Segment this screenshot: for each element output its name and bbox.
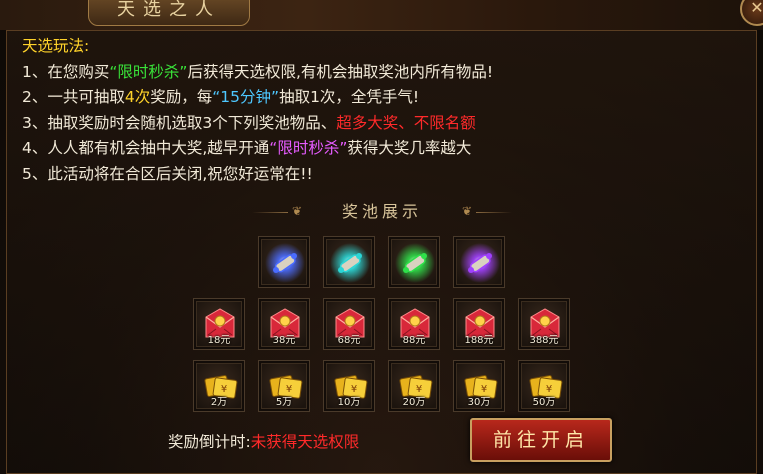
prize-slot[interactable]: 18元 <box>193 298 245 350</box>
prize-slot[interactable]: 388元 <box>518 298 570 350</box>
prize-slot[interactable] <box>453 236 505 288</box>
prize-amount: 388元 <box>529 335 559 346</box>
countdown-label: 奖励倒计时: <box>168 433 251 451</box>
prize-slot[interactable] <box>388 236 440 288</box>
rules-heading: 天选玩法: <box>22 37 90 55</box>
rule-line: 1、在您购买“限时秒杀”后获得天选权限,有机会抽取奖池内所有物品! <box>22 60 742 86</box>
rule-highlight: “限时秒杀” <box>269 139 348 157</box>
rule-text: 获得大奖几率越大 <box>347 139 472 157</box>
prize-amount: 18元 <box>207 335 231 346</box>
rule-line: 4、人人都有机会抽中大奖,越早开通“限时秒杀”获得大奖几率越大 <box>22 136 742 162</box>
rule-highlight: 4次 <box>124 88 151 106</box>
rule-text: 后获得天选权限,有机会抽取奖池内所有物品! <box>187 62 494 81</box>
prize-slot[interactable]: ¥20万 <box>388 360 440 412</box>
rule-text: 4、人人都有机会抽中大奖,越早开通 <box>22 139 270 157</box>
rules-section: 天选玩法: 1、在您购买“限时秒杀”后获得天选权限,有机会抽取奖池内所有物品! 2… <box>22 34 742 187</box>
scroll-icon <box>259 237 309 287</box>
prize-slot[interactable]: 188元 <box>453 298 505 350</box>
prize-slot[interactable]: 38元 <box>258 298 310 350</box>
prize-amount: 188元 <box>464 335 494 346</box>
rule-text: 5、此活动将在合区后关闭,祝您好运常在!! <box>22 164 313 183</box>
window-title: 天选之人 <box>88 0 250 26</box>
prize-slot[interactable] <box>323 236 375 288</box>
prize-slot[interactable]: 88元 <box>388 298 440 350</box>
scroll-icon <box>389 237 439 287</box>
rule-text: 1、在您购买 <box>22 62 110 81</box>
scroll-icon <box>324 237 374 287</box>
rule-highlight: “限时秒杀” <box>109 62 188 81</box>
pool-header: ❦ 奖池展示 ❦ <box>252 200 512 224</box>
rule-line: 2、一共可抽取4次奖励，每“15分钟”抽取1次，全凭手气! <box>22 85 742 111</box>
rule-line: 5、此活动将在合区后关闭,祝您好运常在!! <box>22 162 742 188</box>
prize-slot[interactable]: ¥50万 <box>518 360 570 412</box>
go-open-button[interactable]: 前往开启 <box>470 418 612 462</box>
prize-slot[interactable]: ¥10万 <box>323 360 375 412</box>
rule-text: 3、抽取奖励时会随机选取3个下列奖池物品、 <box>22 113 337 132</box>
prize-slot[interactable]: 68元 <box>323 298 375 350</box>
prize-amount: 50万 <box>532 397 556 408</box>
rule-text: 奖励，每 <box>150 88 213 106</box>
prize-slot[interactable] <box>258 236 310 288</box>
close-icon: ✕ <box>750 0 763 17</box>
prize-amount: 10万 <box>337 397 361 408</box>
prize-amount: 2万 <box>210 397 228 408</box>
prize-amount: 30万 <box>467 397 491 408</box>
divider-line <box>476 212 512 213</box>
window-titlebar: 天选之人 ✕ <box>0 0 763 30</box>
rule-text: 抽取1次，全凭手气! <box>279 88 420 106</box>
prize-slot[interactable]: ¥5万 <box>258 360 310 412</box>
countdown-row: 奖励倒计时:未获得天选权限 <box>168 430 359 454</box>
rule-text: 2、一共可抽取 <box>22 88 125 106</box>
countdown-status: 未获得天选权限 <box>250 433 360 451</box>
prize-slot[interactable]: ¥30万 <box>453 360 505 412</box>
prize-amount: 20万 <box>402 397 426 408</box>
event-window: 天选之人 ✕ 天选玩法: 1、在您购买“限时秒杀”后获得天选权限,有机会抽取奖池… <box>0 0 763 474</box>
rules-list: 1、在您购买“限时秒杀”后获得天选权限,有机会抽取奖池内所有物品! 2、一共可抽取… <box>22 60 742 188</box>
prize-amount: 88元 <box>402 335 426 346</box>
scroll-icon <box>454 237 504 287</box>
ornament-icon: ❦ <box>461 204 473 218</box>
rule-highlight: 超多大奖、不限名额 <box>336 113 476 132</box>
prize-amount: 68元 <box>337 335 361 346</box>
close-button[interactable]: ✕ <box>740 0 763 26</box>
rule-highlight: “15分钟” <box>212 88 280 106</box>
prize-amount: 5万 <box>275 397 293 408</box>
prize-amount: 38元 <box>272 335 296 346</box>
prize-slot[interactable]: ¥2万 <box>193 360 245 412</box>
rule-line: 3、抽取奖励时会随机选取3个下列奖池物品、超多大奖、不限名额 <box>22 111 742 137</box>
